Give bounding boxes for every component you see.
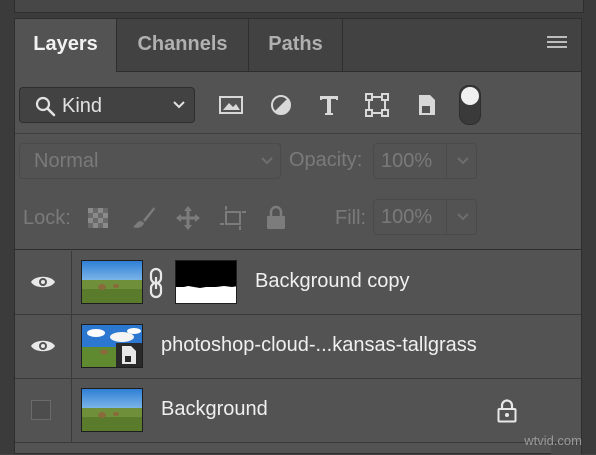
blend-mode-value: Normal bbox=[34, 150, 99, 172]
layer-name[interactable]: photoshop-cloud-...kansas-tallgrass bbox=[161, 334, 477, 357]
adjustment-filter-icon[interactable] bbox=[267, 91, 295, 119]
fill-label: Fill: bbox=[335, 207, 367, 229]
eye-icon bbox=[31, 276, 55, 288]
filter-toggle-switch[interactable] bbox=[459, 85, 481, 125]
opacity-label: Opacity: bbox=[289, 149, 363, 171]
shape-filter-icon[interactable] bbox=[363, 91, 391, 119]
kind-filter-select[interactable]: Kind bbox=[19, 87, 195, 123]
layer-row-smart-object[interactable]: photoshop-cloud-...kansas-tallgrass bbox=[15, 315, 581, 379]
layer-thumbnail bbox=[81, 388, 143, 432]
visibility-toggle[interactable] bbox=[15, 315, 72, 378]
tab-channels[interactable]: Channels bbox=[117, 19, 249, 71]
tab-paths[interactable]: Paths bbox=[249, 19, 343, 71]
kind-filter-label: Kind bbox=[62, 95, 103, 117]
layer-name[interactable]: Background bbox=[161, 398, 268, 421]
lock-artboard-icon[interactable] bbox=[219, 205, 247, 231]
eye-icon bbox=[31, 340, 55, 352]
visibility-toggle[interactable] bbox=[15, 379, 72, 442]
panel-tab-bar: Layers Channels Paths bbox=[15, 19, 581, 72]
chevron-down-icon bbox=[457, 157, 469, 165]
layer-row-background[interactable]: Background bbox=[15, 379, 581, 443]
opacity-value: 100% bbox=[381, 150, 433, 172]
divider bbox=[15, 133, 581, 134]
layer-row-background-copy[interactable]: Background copy bbox=[15, 251, 581, 315]
layer-lock-icon[interactable] bbox=[497, 399, 517, 423]
layer-mask-thumbnail[interactable] bbox=[175, 260, 237, 304]
opacity-field[interactable]: 100% bbox=[373, 143, 477, 179]
chevron-down-icon bbox=[457, 213, 469, 221]
watermark: wtvid.com bbox=[524, 433, 582, 448]
fill-field[interactable]: 100% bbox=[373, 199, 477, 235]
layer-thumbnail bbox=[81, 324, 143, 368]
panel-menu-icon[interactable] bbox=[547, 36, 567, 52]
image-filter-icon[interactable] bbox=[217, 91, 245, 119]
visibility-checkbox-empty bbox=[31, 400, 51, 420]
smart-object-filter-icon[interactable] bbox=[413, 91, 441, 119]
lock-label: Lock: bbox=[23, 207, 71, 229]
fill-value: 100% bbox=[381, 206, 433, 228]
blend-mode-select[interactable]: Normal bbox=[19, 143, 281, 179]
layer-thumbnail bbox=[81, 260, 143, 304]
lock-position-icon[interactable] bbox=[175, 205, 201, 231]
lock-transparent-pixels-icon[interactable] bbox=[87, 207, 109, 229]
chevron-down-icon bbox=[173, 101, 185, 109]
smart-object-badge-icon bbox=[116, 343, 142, 367]
layers-panel: Layers Channels Paths Kind Normal Opacit… bbox=[14, 18, 582, 455]
mask-link-icon[interactable] bbox=[147, 267, 165, 299]
type-filter-icon[interactable] bbox=[315, 91, 343, 119]
layer-name[interactable]: Background copy bbox=[255, 270, 410, 293]
visibility-toggle[interactable] bbox=[15, 251, 72, 314]
lock-image-pixels-icon[interactable] bbox=[131, 205, 157, 231]
chevron-down-icon bbox=[261, 157, 273, 165]
divider bbox=[15, 249, 581, 250]
upper-panel-edge bbox=[14, 0, 584, 13]
tab-layers[interactable]: Layers bbox=[15, 19, 117, 72]
lock-all-icon[interactable] bbox=[265, 205, 287, 231]
search-icon bbox=[35, 96, 56, 117]
app-frame: Layers Channels Paths Kind Normal Opacit… bbox=[0, 0, 596, 455]
